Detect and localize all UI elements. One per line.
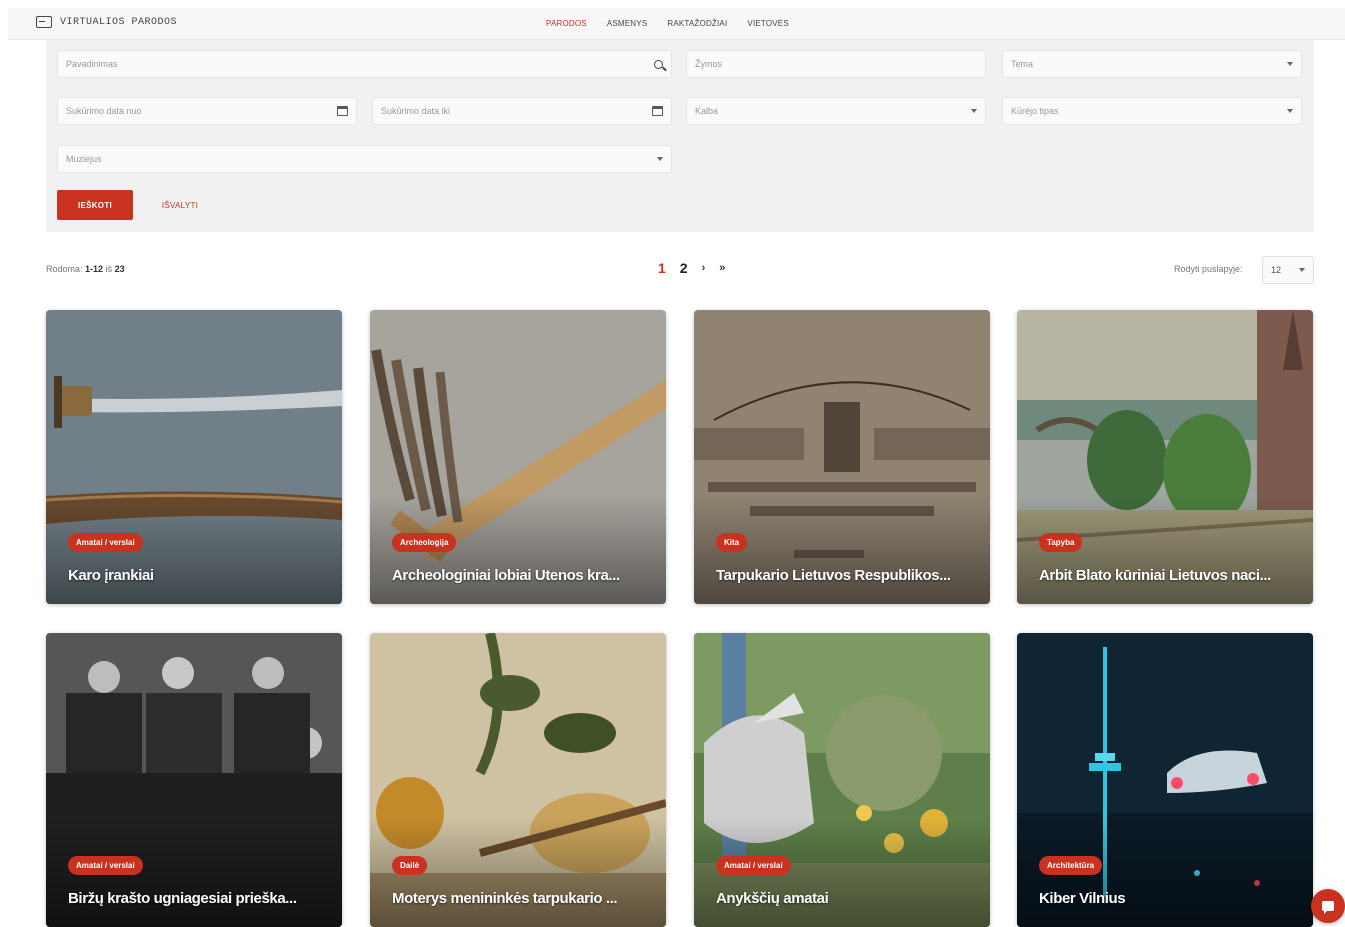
calendar-icon[interactable] (337, 106, 348, 116)
clear-button[interactable]: IŠVALYTI (154, 190, 206, 220)
date-from-input[interactable]: Sukūrimo data nuo (57, 97, 357, 125)
card-title: Archeologiniai lobiai Utenos kra... (392, 567, 620, 584)
category-badge: Archeologija (392, 533, 457, 552)
card-title: Biržų krašto ugniagesiai prieška... (68, 890, 297, 907)
category-badge: Amatai / verslai (716, 856, 791, 875)
category-badge: Architektūra (1039, 856, 1103, 875)
exhibition-card[interactable]: Dailė Moterys menininkės tarpukario ... (370, 633, 666, 927)
creator-type-select[interactable]: Kūrėjo tipas (1002, 97, 1302, 125)
title-search-input[interactable]: Pavadinimas (57, 50, 672, 78)
card-title: Karo įrankiai (68, 567, 154, 584)
top-navigation-bar: VIRTUALIOS PARODOS PARODOS ASMENYS RAKTA… (8, 8, 1345, 40)
chevron-down-icon (657, 157, 663, 161)
per-page-select[interactable]: 12 (1262, 256, 1314, 284)
card-title: Arbit Blato kūriniai Lietuvos naci... (1039, 567, 1271, 584)
chevron-down-icon (971, 109, 977, 113)
main-nav: PARODOS ASMENYS RAKTAŽODŽIAI VIETOVĖS (546, 19, 789, 28)
language-select[interactable]: Kalba (686, 97, 986, 125)
tags-input[interactable]: Žymos (686, 50, 986, 78)
card-title: Moterys menininkės tarpukario ... (392, 890, 618, 907)
exhibition-card[interactable]: Amatai / verslai Biržų krašto ugniagesia… (46, 633, 342, 927)
topic-select[interactable]: Tema (1002, 50, 1302, 78)
category-badge: Amatai / verslai (68, 856, 143, 875)
filter-panel: Pavadinimas Žymos Tema Sukūrimo data nuo… (46, 40, 1314, 232)
chevron-down-icon (1287, 109, 1293, 113)
calendar-icon[interactable] (652, 106, 663, 116)
per-page-label: Rodyti puslapyje: (1174, 264, 1243, 274)
brand-logo[interactable]: VIRTUALIOS PARODOS (36, 16, 177, 28)
exhibition-card[interactable]: Architektūra Kiber Vilnius (1017, 633, 1313, 927)
card-title: Anykščių amatai (716, 890, 829, 907)
nav-item-parodos[interactable]: PARODOS (546, 19, 587, 28)
brand-name: VIRTUALIOS PARODOS (60, 16, 178, 28)
category-badge: Dailė (392, 856, 428, 875)
chat-icon (1322, 901, 1334, 914)
nav-item-vietoves[interactable]: VIETOVĖS (747, 19, 788, 28)
search-button[interactable]: IEŠKOTI (57, 190, 133, 220)
next-page-icon[interactable]: › (702, 262, 706, 274)
category-badge: Kita (716, 533, 748, 552)
chevron-down-icon (1299, 268, 1305, 272)
page-2-link[interactable]: 2 (680, 260, 688, 276)
card-title: Kiber Vilnius (1039, 890, 1126, 907)
search-icon[interactable] (654, 59, 663, 69)
card-title: Tarpukario Lietuvos Respublikos... (716, 567, 951, 584)
exhibition-card[interactable]: Archeologija Archeologiniai lobiai Uteno… (370, 310, 666, 604)
chevron-down-icon (1287, 62, 1293, 66)
museum-select[interactable]: Muziejus (57, 145, 672, 173)
results-count: Rodoma: 1-12 iš 23 (46, 264, 125, 274)
chat-button[interactable] (1311, 889, 1345, 923)
category-badge: Amatai / verslai (68, 533, 143, 552)
exhibition-card[interactable]: Amatai / verslai Karo įrankiai (46, 310, 342, 604)
date-to-input[interactable]: Sukūrimo data iki (372, 97, 672, 125)
nav-item-raktazodziai[interactable]: RAKTAŽODŽIAI (667, 19, 727, 28)
last-page-icon[interactable]: » (719, 262, 725, 274)
exhibition-card[interactable]: Tapyba Arbit Blato kūriniai Lietuvos nac… (1017, 310, 1313, 604)
category-badge: Tapyba (1039, 533, 1083, 552)
exhibition-card[interactable]: Amatai / verslai Anykščių amatai (694, 633, 990, 927)
exhibition-card[interactable]: Kita Tarpukario Lietuvos Respublikos... (694, 310, 990, 604)
pagination: 1 2 › » (658, 260, 725, 276)
nav-item-asmenys[interactable]: ASMENYS (607, 19, 648, 28)
page-1-link[interactable]: 1 (658, 260, 666, 276)
gallery-icon (36, 16, 52, 28)
